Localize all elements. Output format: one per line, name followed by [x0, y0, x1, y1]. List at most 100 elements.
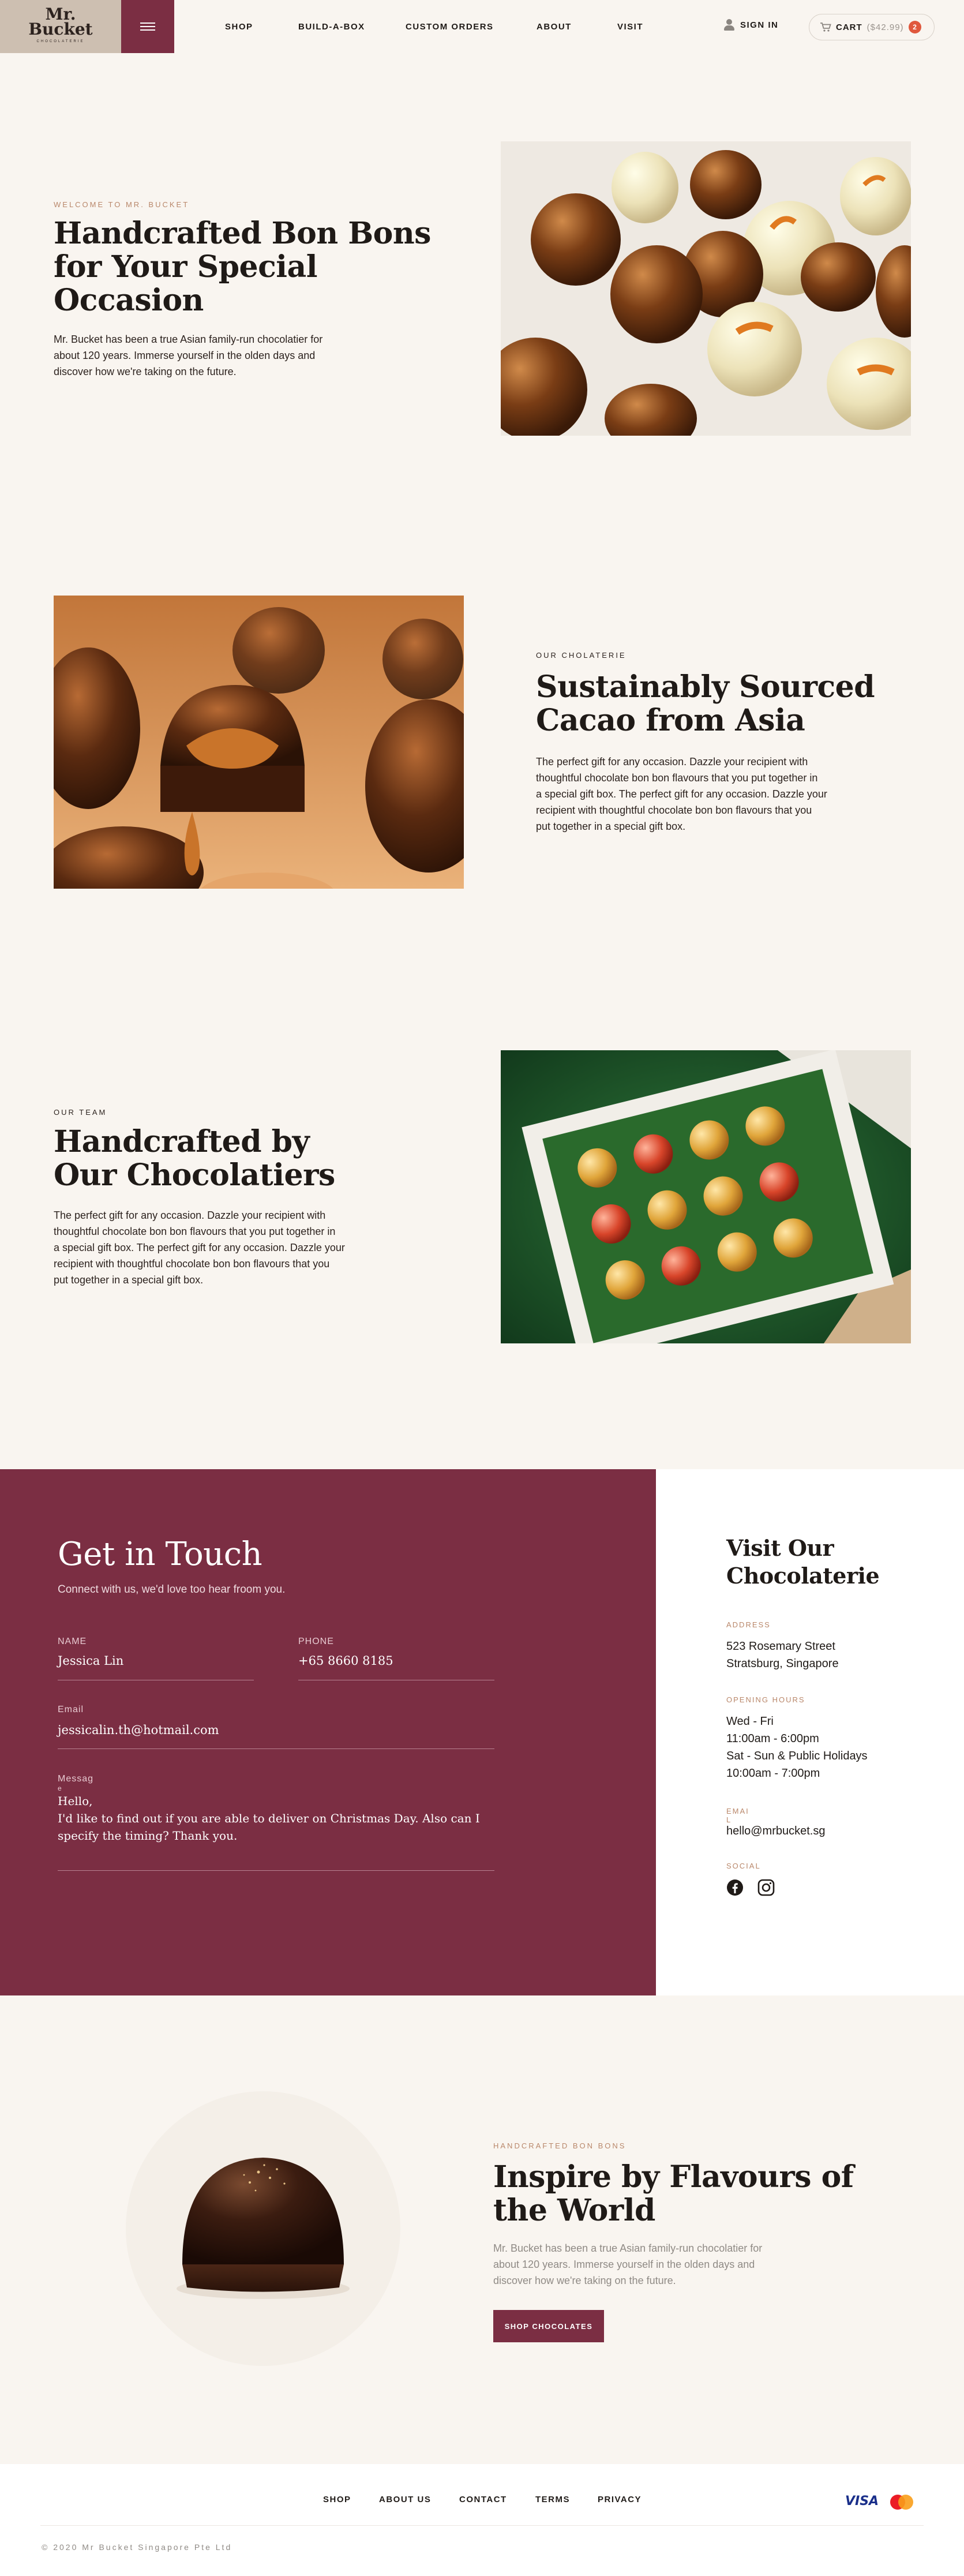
address-label: ADDRESS	[726, 1620, 771, 1629]
social-label: SOCIAL	[726, 1862, 761, 1870]
inspire-body-line: Mr. Bucket has been a true Asian family-…	[493, 2242, 763, 2254]
hours-text: Wed - Fri 11:00am - 6:00pm Sat - Sun & P…	[726, 1713, 868, 1782]
team-eyebrow: OUR TEAM	[54, 1108, 107, 1117]
email-link[interactable]: hello@mrbucket.sg	[726, 1822, 825, 1840]
message-label: Messag	[58, 1774, 93, 1784]
hamburger-icon	[140, 23, 155, 31]
email-label: Email	[58, 1705, 84, 1714]
contact-subtitle: Connect with us, we'd love too hear froo…	[58, 1583, 286, 1596]
message-line: specify the timing? Thank you.	[58, 1829, 238, 1843]
address-line: Stratsburg, Singapore	[726, 1657, 839, 1670]
copyright: © 2020 Mr Bucket Singapore Pte Ltd	[42, 2543, 232, 2552]
mastercard-icon	[890, 2495, 913, 2510]
team-body: The perfect gift for any occasion. Dazzl…	[54, 1207, 345, 1288]
message-label-line: Messag	[58, 1774, 94, 1784]
team-body-line: recipient with thoughtful chocolate bon …	[54, 1258, 330, 1270]
footer-link-about-us[interactable]: ABOUT US	[379, 2495, 431, 2504]
shop-chocolates-button[interactable]: SHOP CHOCOLATES	[493, 2310, 604, 2342]
hours-line: Sat - Sun & Public Holidays	[726, 1750, 868, 1762]
cart-label: CART	[836, 22, 862, 32]
hero-body: Mr. Bucket has been a true Asian family-…	[54, 331, 322, 380]
visit-title-line: Chocolaterie	[726, 1563, 880, 1589]
logo-tag: CHOCOLATERIE	[36, 40, 85, 43]
team-body-line: put together in a special gift box.	[54, 1274, 204, 1286]
sign-in-label: SIGN IN	[740, 20, 779, 30]
footer-divider	[40, 2525, 924, 2526]
menu-button[interactable]	[121, 0, 174, 53]
hero-title-line: Handcrafted Bon Bons	[54, 216, 431, 251]
nav-custom-orders[interactable]: CUSTOM ORDERS	[406, 22, 494, 32]
visa-icon: VISA	[845, 2494, 879, 2508]
cacao-body-line: recipient with thoughtful chocolate bon …	[536, 804, 812, 816]
cart-icon	[820, 23, 831, 32]
inspire-body-line: about 120 years. Immerse yourself in the…	[493, 2259, 755, 2270]
user-icon	[724, 19, 734, 31]
single-bonbon-image	[177, 2158, 350, 2299]
nav-build-a-box[interactable]: BUILD-A-BOX	[298, 22, 365, 32]
cart-count-badge: 2	[908, 21, 921, 33]
hero-title-line: for Your Special	[54, 249, 318, 284]
inspire-title: Inspire by Flavours of the World	[493, 2161, 854, 2227]
message-underline	[58, 1870, 494, 1871]
nav-about[interactable]: ABOUT	[537, 22, 572, 32]
footer-link-terms[interactable]: TERMS	[535, 2495, 570, 2504]
hours-line: 11:00am - 6:00pm	[726, 1732, 819, 1745]
inspire-title-line: the World	[493, 2193, 655, 2228]
logo-line-2: Bucket	[28, 20, 93, 39]
nav-shop[interactable]: SHOP	[225, 22, 253, 32]
cut-bonbon-photo	[54, 596, 464, 889]
team-body-line: thoughtful chocolate bon bon flavours th…	[54, 1226, 336, 1237]
inspire-title-line: Inspire by Flavours of	[493, 2159, 854, 2195]
cacao-title-line: Cacao from Asia	[536, 703, 805, 738]
email-underline	[58, 1748, 494, 1749]
hero-body-line: about 120 years. Immerse yourself in the…	[54, 350, 316, 361]
email-label: EMAI	[726, 1807, 749, 1815]
phone-field[interactable]: +65 8660 8185	[298, 1654, 393, 1668]
site-footer: SHOP ABOUT US CONTACT TERMS PRIVACY VISA…	[0, 2464, 964, 2576]
cacao-body: The perfect gift for any occasion. Dazzl…	[536, 754, 827, 834]
team-title: Handcrafted by Our Chocolatiers	[54, 1125, 335, 1192]
hero-title: Handcrafted Bon Bons for Your Special Oc…	[54, 217, 431, 317]
footer-link-contact[interactable]: CONTACT	[459, 2495, 507, 2504]
email-field[interactable]: jessicalin.th@hotmail.com	[58, 1723, 219, 1737]
cacao-eyebrow: OUR CHOLATERIE	[536, 651, 627, 660]
address-text: 523 Rosemary Street Stratsburg, Singapor…	[726, 1638, 839, 1672]
bonbon-circle	[126, 2091, 400, 2366]
message-line: Hello,	[58, 1794, 93, 1808]
instagram-icon[interactable]	[757, 1879, 775, 1896]
footer-link-privacy[interactable]: PRIVACY	[598, 2495, 642, 2504]
cart-price: ($42.99)	[867, 22, 904, 32]
inspire-eyebrow: HANDCRAFTED BON BONS	[493, 2141, 627, 2150]
hero-body-line: Mr. Bucket has been a true Asian family-…	[54, 334, 323, 345]
contact-section: Get in Touch Connect with us, we'd love …	[0, 1469, 656, 1995]
facebook-icon[interactable]	[726, 1879, 744, 1896]
hours-label: OPENING HOURS	[726, 1695, 805, 1704]
hero-title-line: Occasion	[54, 283, 204, 318]
cart-button[interactable]: CART ($42.99) 2	[809, 14, 935, 40]
message-field[interactable]: Hello, I'd like to find out if you are a…	[58, 1792, 480, 1844]
hero-body-line: discover how we're taking on the future.	[54, 366, 237, 377]
team-body-line: a special gift box. The perfect gift for…	[54, 1242, 345, 1253]
message-line: I'd like to find out if you are able to …	[58, 1811, 480, 1825]
phone-label: PHONE	[298, 1637, 334, 1646]
address-line: 523 Rosemary Street	[726, 1640, 835, 1653]
logo[interactable]: Mr. Bucket CHOCOLATERIE	[0, 0, 121, 53]
visit-section: Visit Our Chocolaterie ADDRESS 523 Rosem…	[656, 1469, 964, 1995]
footer-link-shop[interactable]: SHOP	[323, 2495, 351, 2504]
team-title-line: Our Chocolatiers	[54, 1158, 335, 1193]
inspire-body: Mr. Bucket has been a true Asian family-…	[493, 2240, 762, 2289]
cacao-body-line: thoughtful chocolate bon bon flavours th…	[536, 772, 818, 784]
hero-eyebrow: WELCOME TO MR. BUCKET	[54, 200, 190, 209]
team-body-line: The perfect gift for any occasion. Dazzl…	[54, 1210, 326, 1221]
sign-in-link[interactable]: SIGN IN	[724, 19, 778, 31]
visit-title: Visit Our Chocolaterie	[726, 1534, 880, 1590]
gift-box-photo	[501, 1050, 911, 1343]
nav-visit[interactable]: VISIT	[617, 22, 643, 32]
hours-line: 10:00am - 7:00pm	[726, 1767, 820, 1780]
team-title-line: Handcrafted by	[54, 1124, 310, 1159]
name-label: NAME	[58, 1637, 87, 1646]
inspire-body-line: discover how we're taking on the future.	[493, 2275, 676, 2286]
hours-line: Wed - Fri	[726, 1715, 774, 1728]
name-field[interactable]: Jessica Lin	[58, 1654, 123, 1668]
message-label-wrap: e	[58, 1784, 62, 1792]
